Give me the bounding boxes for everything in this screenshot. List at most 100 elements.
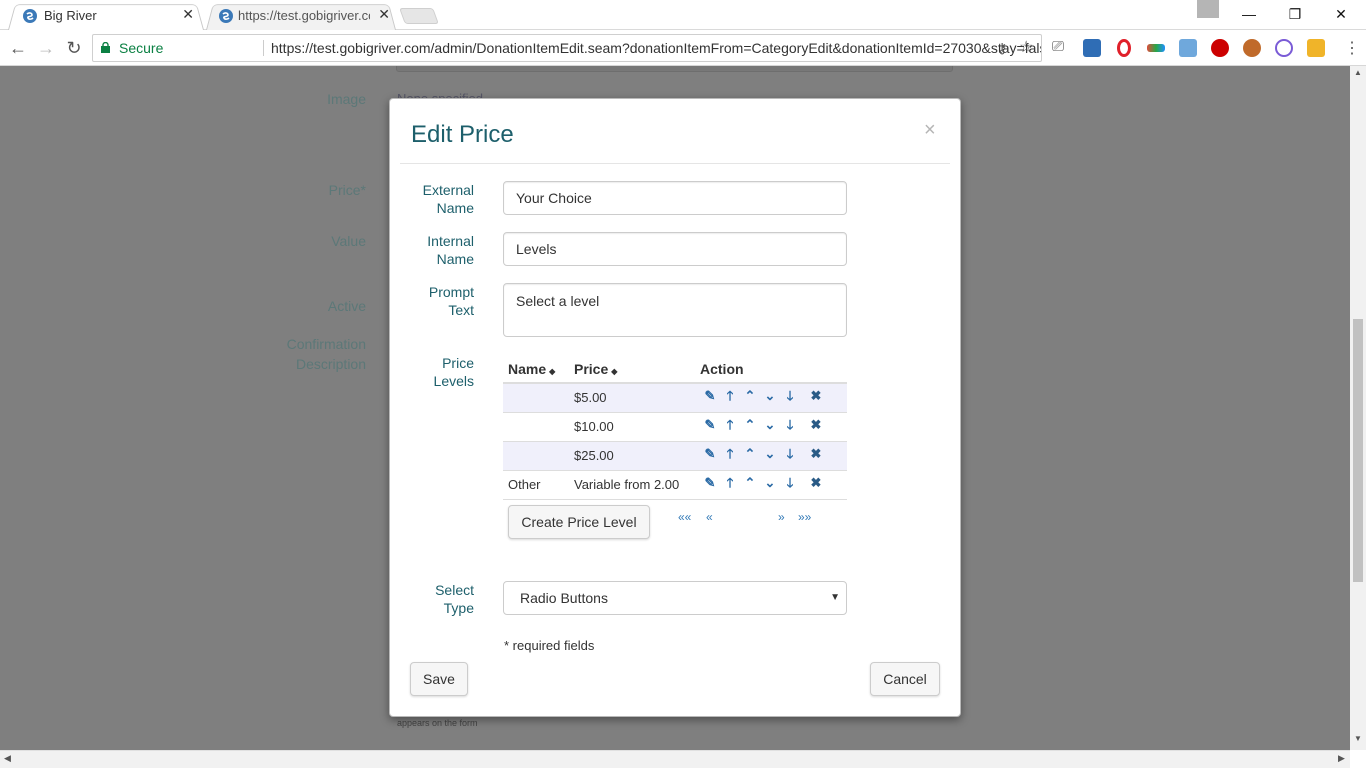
table-row: $5.00 ✎ 🡑 ⌃ ⌄ 🡓 ✖ xyxy=(503,383,847,413)
tab-close-icon[interactable]: ✕ xyxy=(378,6,390,23)
footnote: appears on the form xyxy=(397,718,478,728)
youtube-extension-icon[interactable] xyxy=(1211,39,1229,57)
forward-icon[interactable]: → xyxy=(34,36,58,60)
extension-icon-s[interactable] xyxy=(1083,39,1101,57)
row-price: $25.00 xyxy=(569,441,695,471)
row-price: $10.00 xyxy=(569,412,695,442)
price-levels-label: Price Levels xyxy=(433,355,474,389)
move-down-icon[interactable]: ⌄ xyxy=(760,417,780,433)
prompt-text-input[interactable]: Select a level xyxy=(503,283,847,337)
vertical-scrollbar[interactable]: ▲ ▼ xyxy=(1350,66,1366,750)
edit-icon[interactable]: ✎ xyxy=(700,417,720,433)
pager-prev[interactable]: « xyxy=(706,510,713,524)
table-row: Other Variable from 2.00 ✎ 🡑 ⌃ ⌄ 🡓 ✖ xyxy=(503,470,847,500)
tab-title: https://test.gobigriver.co xyxy=(238,8,370,23)
column-header-name[interactable]: Name ◆ xyxy=(503,355,569,384)
edit-icon[interactable]: ✎ xyxy=(700,388,720,404)
label-price: Price* xyxy=(328,182,366,198)
row-actions: ✎ 🡑 ⌃ ⌄ 🡓 ✖ xyxy=(695,412,847,442)
internal-name-input[interactable] xyxy=(503,232,847,266)
dropdown-caret-icon: ▼ xyxy=(830,592,840,603)
prompt-text-label: Prompt Text xyxy=(428,284,474,318)
delete-icon[interactable]: ✖ xyxy=(806,475,826,491)
column-header-action: Action xyxy=(695,355,847,384)
save-button[interactable]: Save xyxy=(410,662,468,696)
cancel-button[interactable]: Cancel xyxy=(870,662,940,696)
move-down-icon[interactable]: ⌄ xyxy=(760,446,780,462)
tab-gobigriver[interactable]: https://test.gobigriver.co ✕ xyxy=(206,2,396,30)
minimize-button[interactable]: — xyxy=(1226,0,1272,28)
row-name xyxy=(503,441,569,471)
opera-extension-icon[interactable] xyxy=(1117,39,1131,57)
edit-icon[interactable]: ✎ xyxy=(700,475,720,491)
row-price: $5.00 xyxy=(569,383,695,413)
move-up-icon[interactable]: ⌃ xyxy=(740,475,760,491)
pager-next[interactable]: » xyxy=(778,510,785,524)
key-icon[interactable]: ⚷ xyxy=(997,35,1007,61)
close-icon[interactable]: × xyxy=(924,119,936,142)
edit-icon[interactable]: ✎ xyxy=(700,446,720,462)
url-text[interactable]: https://test.gobigriver.com/admin/Donati… xyxy=(271,35,1041,61)
tab-bar: Big River ✕ https://test.gobigriver.co ✕… xyxy=(0,0,1366,30)
tab-title: Big River xyxy=(44,8,97,23)
label-image: Image xyxy=(327,91,366,107)
extension-icon-blue[interactable] xyxy=(1179,39,1197,57)
close-window-button[interactable]: ✕ xyxy=(1318,0,1364,28)
horizontal-scrollbar[interactable]: ◀ ▶ xyxy=(0,750,1350,768)
price-levels-table: Name ◆ Price ◆ Action $5.00 ✎ 🡑 ⌃ ⌄ 🡓 ✖ $10.00 … xyxy=(503,355,847,500)
move-up-icon[interactable]: ⌃ xyxy=(740,446,760,462)
restore-button[interactable]: ❐ xyxy=(1272,0,1318,28)
row-name xyxy=(503,383,569,413)
move-up-icon[interactable]: ⌃ xyxy=(740,417,760,433)
tab-close-icon[interactable]: ✕ xyxy=(182,6,194,23)
delete-icon[interactable]: ✖ xyxy=(806,417,826,433)
row-actions: ✎ 🡑 ⌃ ⌄ 🡓 ✖ xyxy=(695,470,847,500)
star-icon[interactable]: ☆ xyxy=(1019,35,1033,61)
reload-icon[interactable]: ↻ xyxy=(62,36,86,60)
move-top-icon[interactable]: 🡑 xyxy=(720,387,740,409)
move-top-icon[interactable]: 🡑 xyxy=(720,445,740,467)
sort-icon: ◆ xyxy=(611,366,618,376)
move-bottom-icon[interactable]: 🡓 xyxy=(780,445,800,467)
required-note: * required fields xyxy=(504,638,595,653)
move-down-icon[interactable]: ⌄ xyxy=(760,388,780,404)
move-top-icon[interactable]: 🡑 xyxy=(720,416,740,438)
big-river-favicon-icon xyxy=(23,9,37,23)
label-value: Value xyxy=(331,233,366,249)
select-type-label: Select Type xyxy=(435,582,474,616)
extension-icon-ring[interactable] xyxy=(1275,39,1293,57)
row-price: Variable from 2.00 xyxy=(569,470,695,500)
new-tab-button[interactable] xyxy=(399,8,439,24)
move-up-icon[interactable]: ⌃ xyxy=(740,388,760,404)
label-description: Description xyxy=(295,356,366,372)
column-header-price[interactable]: Price ◆ xyxy=(569,355,695,384)
address-bar[interactable]: Secure https://test.gobigriver.com/admin… xyxy=(92,34,1042,62)
move-bottom-icon[interactable]: 🡓 xyxy=(780,416,800,438)
label-confirmation: Confirmation xyxy=(286,336,366,352)
extension-icon-yellow[interactable] xyxy=(1307,39,1325,57)
back-icon[interactable]: ← xyxy=(6,36,30,60)
sort-icon: ◆ xyxy=(549,366,556,376)
cast-icon[interactable]: ⎚ xyxy=(1052,38,1064,55)
table-row: $25.00 ✎ 🡑 ⌃ ⌄ 🡓 ✖ xyxy=(503,441,847,471)
delete-icon[interactable]: ✖ xyxy=(806,446,826,462)
move-bottom-icon[interactable]: 🡓 xyxy=(780,474,800,496)
extension-icon-arc[interactable] xyxy=(1147,44,1165,52)
pager-first[interactable]: «« xyxy=(678,510,691,524)
pager-last[interactable]: »» xyxy=(798,510,811,524)
external-name-input[interactable] xyxy=(503,181,847,215)
delete-icon[interactable]: ✖ xyxy=(806,388,826,404)
external-name-label: External Name xyxy=(422,182,474,216)
tab-big-river[interactable]: Big River ✕ xyxy=(8,2,204,30)
extension-icon-circle[interactable] xyxy=(1243,39,1261,57)
divider xyxy=(400,163,950,164)
move-down-icon[interactable]: ⌄ xyxy=(760,475,780,491)
create-price-level-button[interactable]: Create Price Level xyxy=(508,505,650,539)
internal-name-label: Internal Name xyxy=(427,233,474,267)
move-bottom-icon[interactable]: 🡓 xyxy=(780,387,800,409)
secure-label: Secure xyxy=(119,40,164,56)
move-top-icon[interactable]: 🡑 xyxy=(720,474,740,496)
profile-icon[interactable] xyxy=(1197,0,1219,18)
select-type-dropdown[interactable]: Radio Buttons ▼ xyxy=(503,581,847,615)
menu-icon[interactable]: ⋮ xyxy=(1344,38,1360,58)
